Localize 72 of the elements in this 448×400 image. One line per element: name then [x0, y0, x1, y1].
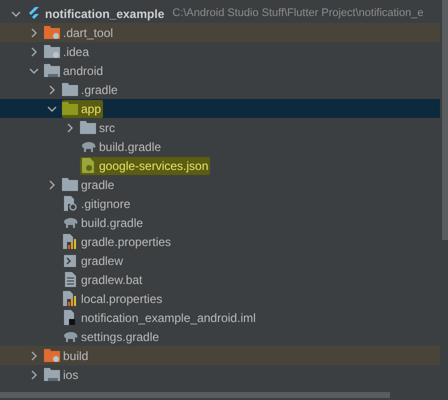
chevron-down-icon[interactable]	[11, 8, 21, 18]
elephant-icon	[62, 330, 78, 342]
file-name: notification_example_android.iml	[81, 310, 256, 326]
horizontal-scrollbar[interactable]	[0, 392, 390, 398]
file-name: .gradle	[81, 82, 118, 98]
file-name: android	[63, 62, 104, 80]
module-folder-icon	[44, 368, 60, 381]
file-name: build	[63, 348, 88, 364]
folder-icon	[80, 121, 96, 134]
chevron-right-icon[interactable]	[47, 180, 57, 190]
file-name: gradlew.bat	[81, 272, 142, 288]
file-name: app	[81, 100, 102, 118]
tree-row[interactable]: google-services.json	[0, 156, 440, 175]
chevron-down-icon[interactable]	[29, 66, 39, 76]
vertical-scrollbar[interactable]	[442, 0, 448, 240]
folder-icon	[62, 83, 78, 96]
folder-icon	[44, 26, 60, 39]
file-name: build.gradle	[81, 214, 144, 232]
tree-row[interactable]: gradle.properties	[0, 232, 440, 251]
folder-icon	[62, 178, 78, 191]
file-name: local.properties	[81, 290, 162, 308]
file-name: settings.gradle	[81, 328, 160, 346]
properties-file-icon	[63, 234, 77, 249]
ignored-file-icon	[64, 196, 76, 211]
chevron-right-icon[interactable]	[29, 370, 39, 380]
chevron-right-icon[interactable]	[47, 84, 57, 94]
file-name: gradle.properties	[81, 234, 172, 250]
file-name: ios	[63, 366, 78, 384]
module-folder-icon	[44, 64, 60, 77]
tree-row[interactable]: build	[0, 346, 440, 365]
tree-row[interactable]: settings.gradle	[0, 327, 440, 346]
tree-row[interactable]: src	[0, 118, 440, 137]
chevron-right-icon[interactable]	[29, 46, 39, 56]
project-path: C:\Android Studio Stuff\Flutter Project\notification_e	[172, 6, 424, 22]
properties-file-icon	[63, 291, 77, 306]
text-file-icon	[64, 272, 76, 287]
json-file-icon	[82, 158, 94, 173]
file-name: notification_example	[45, 6, 164, 22]
elephant-icon	[62, 216, 78, 228]
tree-row[interactable]: build.gradle	[0, 137, 440, 156]
tree-row[interactable]: notification_example_android.iml	[0, 308, 440, 327]
tree-row[interactable]: gradlew	[0, 251, 440, 270]
file-name: .gitignore	[81, 196, 130, 212]
chevron-right-icon[interactable]	[29, 350, 39, 360]
tree-row[interactable]: .gitignore	[0, 194, 440, 213]
file-name: google-services.json	[99, 158, 208, 174]
tree-row[interactable]: build.gradle	[0, 213, 440, 232]
tree-row[interactable]: gradle	[0, 175, 440, 194]
chevron-down-icon[interactable]	[47, 104, 57, 114]
chevron-right-icon[interactable]	[65, 122, 75, 132]
tree-row[interactable]: app	[0, 99, 440, 118]
chevron-right-icon[interactable]	[29, 28, 39, 38]
flutter-logo-icon	[28, 6, 40, 20]
terminal-file-icon	[64, 254, 76, 266]
file-name: .dart_tool	[63, 24, 114, 42]
tree-row[interactable]: ios	[0, 365, 440, 384]
tree-row[interactable]: gradlew.bat	[0, 270, 440, 289]
tree-row[interactable]: local.properties	[0, 289, 440, 308]
file-name: .idea	[63, 44, 90, 60]
folder-icon	[62, 102, 78, 115]
folder-icon	[44, 349, 60, 362]
file-name: gradle	[81, 176, 114, 194]
file-name: src	[99, 120, 115, 136]
file-name: build.gradle	[99, 138, 162, 156]
module-file-icon	[64, 310, 76, 325]
tree-row[interactable]: notification_example C:\Android Studio Stuff\Flutter Project\notification_e	[0, 4, 440, 23]
tree-row[interactable]: .gradle	[0, 80, 440, 99]
tree-row[interactable]: .idea	[0, 42, 440, 61]
elephant-icon	[80, 140, 96, 152]
tree-row[interactable]: .dart_tool	[0, 23, 440, 42]
tree-row[interactable]: android	[0, 61, 440, 80]
file-name: gradlew	[81, 252, 124, 270]
